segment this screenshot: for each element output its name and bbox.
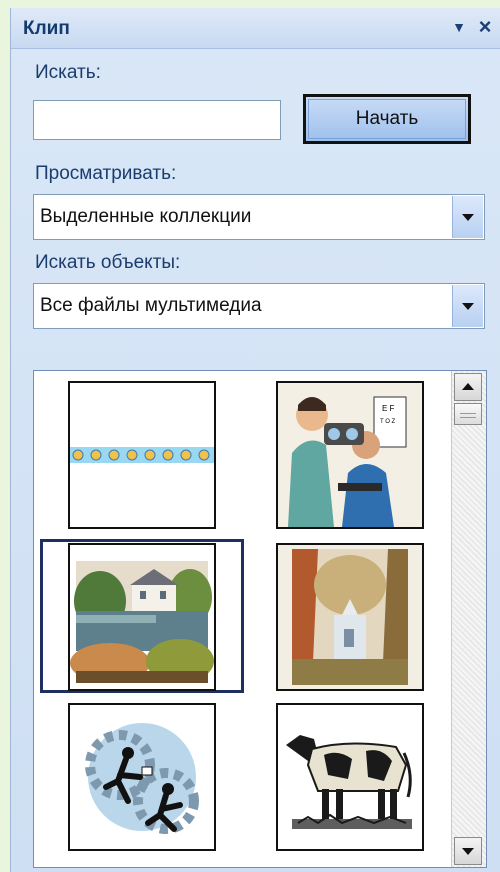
- media-type-selected-value: Все файлы мультимедиа: [40, 295, 262, 316]
- pane-title: Клип: [23, 18, 70, 39]
- clip-house-by-lake[interactable]: [68, 543, 216, 691]
- eye-exam-image: E F T O Z: [278, 383, 422, 527]
- close-icon[interactable]: ×: [474, 14, 496, 40]
- browse-selected-value: Выделенные коллекции: [40, 206, 252, 227]
- media-type-select[interactable]: Все файлы мультимедиа: [33, 283, 485, 329]
- chapel-in-trees-image: [278, 545, 422, 689]
- cow-image: [278, 705, 422, 849]
- dotted-border-image: [70, 447, 214, 463]
- svg-text:T O Z: T O Z: [380, 419, 396, 425]
- clip-chapel-in-trees[interactable]: [276, 543, 424, 691]
- search-label: Искать:: [35, 62, 101, 83]
- chevron-down-icon[interactable]: [452, 285, 483, 327]
- browse-collections-select[interactable]: Выделенные коллекции: [33, 194, 485, 240]
- pane-titlebar: Клип ▼ ×: [11, 8, 500, 49]
- scroll-up-icon[interactable]: [454, 373, 482, 401]
- gears-figures-image: [70, 705, 214, 849]
- clip-art-pane: Клип ▼ × Искать: Начать Просматривать: В…: [10, 8, 500, 872]
- svg-text:E F: E F: [382, 404, 395, 413]
- clip-dotted-border[interactable]: [68, 381, 216, 529]
- clip-eye-exam[interactable]: E F T O Z: [276, 381, 424, 529]
- go-button[interactable]: Начать: [303, 94, 471, 144]
- scroll-down-icon[interactable]: [454, 837, 482, 865]
- search-input[interactable]: [33, 100, 281, 140]
- browse-label: Просматривать:: [35, 163, 177, 184]
- clip-cow[interactable]: [276, 703, 424, 851]
- scroll-thumb[interactable]: [454, 403, 482, 425]
- clip-gears-figures[interactable]: [68, 703, 216, 851]
- house-by-lake-image: [70, 545, 214, 689]
- pane-menu-icon[interactable]: ▼: [448, 14, 470, 40]
- gallery-scrollbar[interactable]: [451, 371, 486, 867]
- results-gallery: E F T O Z: [33, 370, 487, 868]
- chevron-down-icon[interactable]: [452, 196, 483, 238]
- find-objects-label: Искать объекты:: [35, 252, 181, 273]
